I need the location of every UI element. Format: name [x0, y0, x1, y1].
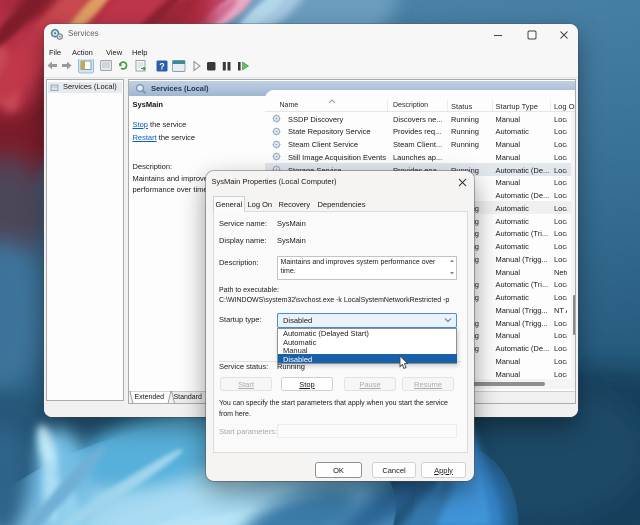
svg-text:?: ? [159, 62, 165, 72]
